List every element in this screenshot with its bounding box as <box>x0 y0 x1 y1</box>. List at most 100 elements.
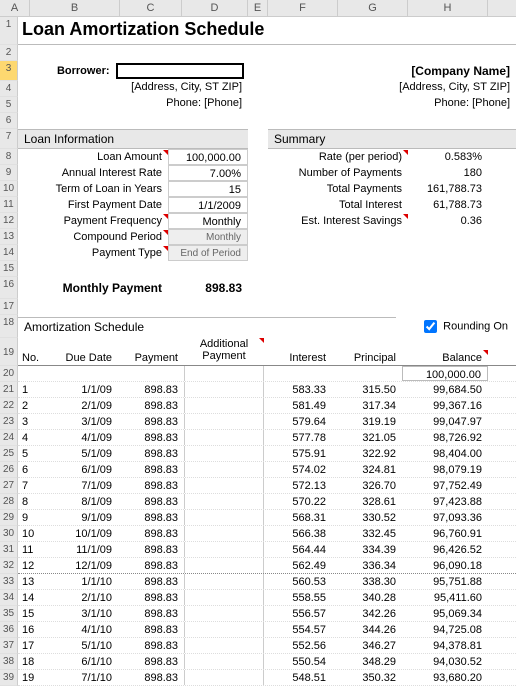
cell-no[interactable]: 6 <box>18 462 48 477</box>
cell-due[interactable]: 7/1/10 <box>48 670 118 685</box>
cell-interest[interactable]: 564.44 <box>264 542 332 557</box>
cell-payment[interactable]: 898.83 <box>118 526 184 541</box>
cell-principal[interactable]: 332.45 <box>332 526 402 541</box>
column-header[interactable]: F <box>268 0 338 16</box>
cell-principal[interactable]: 344.26 <box>332 622 402 637</box>
cell-due[interactable]: 5/1/10 <box>48 638 118 653</box>
cell-payment[interactable]: 898.83 <box>118 654 184 669</box>
cell-balance[interactable]: 96,760.91 <box>402 526 488 541</box>
starting-balance[interactable]: 100,000.00 <box>402 366 488 381</box>
cell-balance[interactable]: 95,411.60 <box>402 590 488 605</box>
cell-no[interactable]: 10 <box>18 526 48 541</box>
cell-additional[interactable] <box>184 382 264 397</box>
cell-payment[interactable]: 898.83 <box>118 574 184 589</box>
cell-interest[interactable]: 548.51 <box>264 670 332 685</box>
cell-principal[interactable]: 330.52 <box>332 510 402 525</box>
cell-payment[interactable]: 898.83 <box>118 510 184 525</box>
cell-payment[interactable]: 898.83 <box>118 542 184 557</box>
cell-no[interactable]: 14 <box>18 590 48 605</box>
row-number[interactable]: 2 <box>0 45 18 61</box>
cell-principal[interactable]: 319.19 <box>332 414 402 429</box>
term-value[interactable]: 15 <box>168 181 248 197</box>
row-number[interactable]: 26 <box>0 462 18 478</box>
cell-additional[interactable] <box>184 574 264 589</box>
borrower-input[interactable] <box>116 63 244 79</box>
annual-rate-value[interactable]: 7.00% <box>168 165 248 181</box>
cell-due[interactable]: 6/1/10 <box>48 654 118 669</box>
row-number[interactable]: 20 <box>0 366 18 382</box>
cell-interest[interactable]: 552.56 <box>264 638 332 653</box>
cell-payment[interactable]: 898.83 <box>118 462 184 477</box>
cell-payment[interactable]: 898.83 <box>118 382 184 397</box>
cell-balance[interactable]: 94,725.08 <box>402 622 488 637</box>
cell-payment[interactable]: 898.83 <box>118 494 184 509</box>
column-header[interactable]: C <box>120 0 182 16</box>
cell-principal[interactable]: 340.28 <box>332 590 402 605</box>
cell-interest[interactable]: 566.38 <box>264 526 332 541</box>
cell-payment[interactable]: 898.83 <box>118 398 184 413</box>
column-header[interactable]: B <box>30 0 120 16</box>
cell-no[interactable]: 17 <box>18 638 48 653</box>
cell-balance[interactable]: 95,069.34 <box>402 606 488 621</box>
cell-payment[interactable]: 898.83 <box>118 414 184 429</box>
row-number[interactable]: 1 <box>0 17 18 45</box>
cell-additional[interactable] <box>184 494 264 509</box>
cell-principal[interactable]: 317.34 <box>332 398 402 413</box>
row-number[interactable]: 11 <box>0 197 18 213</box>
column-header[interactable]: D <box>182 0 248 16</box>
cell-no[interactable]: 12 <box>18 558 48 573</box>
cell-due[interactable]: 1/1/09 <box>48 382 118 397</box>
row-number[interactable]: 7 <box>0 129 18 149</box>
cell-no[interactable]: 8 <box>18 494 48 509</box>
column-header[interactable]: E <box>248 0 268 16</box>
cell-interest[interactable]: 574.02 <box>264 462 332 477</box>
freq-value[interactable]: Monthly <box>168 213 248 229</box>
cell-no[interactable]: 18 <box>18 654 48 669</box>
row-number[interactable]: 35 <box>0 606 18 622</box>
cell-no[interactable]: 9 <box>18 510 48 525</box>
cell-principal[interactable]: 315.50 <box>332 382 402 397</box>
cell-balance[interactable]: 99,367.16 <box>402 398 488 413</box>
row-number[interactable]: 24 <box>0 430 18 446</box>
rounding-checkbox[interactable] <box>424 320 437 333</box>
cell-payment[interactable]: 898.83 <box>118 430 184 445</box>
cell-payment[interactable]: 898.83 <box>118 590 184 605</box>
row-number[interactable]: 4 <box>0 81 18 97</box>
cell-due[interactable]: 3/1/10 <box>48 606 118 621</box>
cell-due[interactable]: 8/1/09 <box>48 494 118 509</box>
cell-principal[interactable]: 326.70 <box>332 478 402 493</box>
cell-principal[interactable]: 321.05 <box>332 430 402 445</box>
cell-balance[interactable]: 98,404.00 <box>402 446 488 461</box>
cell-no[interactable]: 2 <box>18 398 48 413</box>
cell-due[interactable]: 1/1/10 <box>48 574 118 589</box>
cell-additional[interactable] <box>184 542 264 557</box>
cell-balance[interactable]: 95,751.88 <box>402 574 488 589</box>
row-number[interactable]: 29 <box>0 510 18 526</box>
cell-due[interactable]: 3/1/09 <box>48 414 118 429</box>
cell-additional[interactable] <box>184 462 264 477</box>
cell-additional[interactable] <box>184 622 264 637</box>
cell-no[interactable]: 13 <box>18 574 48 589</box>
cell-balance[interactable]: 96,090.18 <box>402 558 488 573</box>
cell-balance[interactable]: 99,684.50 <box>402 382 488 397</box>
cell-interest[interactable]: 550.54 <box>264 654 332 669</box>
cell-due[interactable]: 12/1/09 <box>48 558 118 573</box>
cell-due[interactable]: 2/1/09 <box>48 398 118 413</box>
row-number[interactable]: 38 <box>0 654 18 670</box>
cell-additional[interactable] <box>184 510 264 525</box>
cell-due[interactable]: 2/1/10 <box>48 590 118 605</box>
cell-balance[interactable]: 97,752.49 <box>402 478 488 493</box>
row-number[interactable]: 9 <box>0 165 18 181</box>
cell-no[interactable]: 1 <box>18 382 48 397</box>
column-header[interactable]: A <box>0 0 30 16</box>
cell-additional[interactable] <box>184 446 264 461</box>
cell-due[interactable]: 5/1/09 <box>48 446 118 461</box>
cell-due[interactable]: 6/1/09 <box>48 462 118 477</box>
cell-interest[interactable]: 581.49 <box>264 398 332 413</box>
cell-additional[interactable] <box>184 670 264 685</box>
cell-interest[interactable]: 568.31 <box>264 510 332 525</box>
cell-no[interactable]: 4 <box>18 430 48 445</box>
row-number[interactable]: 17 <box>0 299 18 315</box>
cell-due[interactable]: 9/1/09 <box>48 510 118 525</box>
row-number[interactable]: 31 <box>0 542 18 558</box>
